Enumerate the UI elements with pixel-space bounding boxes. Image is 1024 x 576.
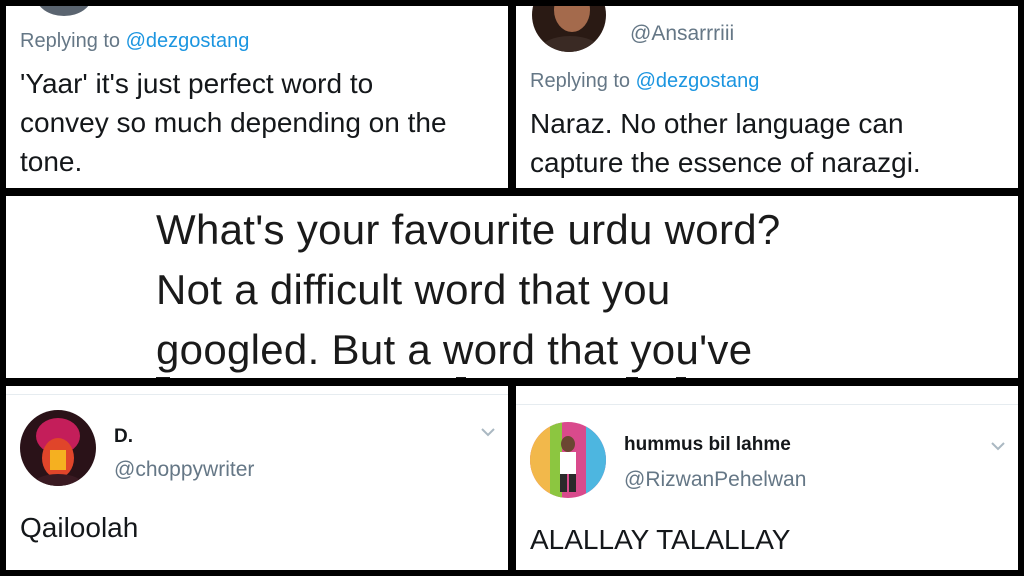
tweet-bottom-right: hummus bil lahme @RizwanPehelwan ALALLAY… (516, 386, 1018, 570)
reply-handle-link[interactable]: @dezgostang (126, 30, 250, 52)
avatar[interactable] (20, 410, 96, 486)
question-text: What's your favourite urdu word? Not a d… (156, 200, 781, 378)
tweet-bottom-left: D. @choppywriter Qailoolah (6, 386, 508, 570)
tweet-text: Naraz. No other language can capture the… (530, 104, 921, 182)
chevron-down-icon[interactable] (990, 438, 1006, 456)
tweet-text-line: convey so much depending on the (20, 107, 447, 138)
tweet-text: Qailoolah (20, 512, 139, 543)
divider (516, 404, 1018, 405)
display-name[interactable]: hummus bil lahme (624, 434, 791, 456)
tweet-top-right: @Ansarrriii Replying to @dezgostang Nara… (516, 6, 1018, 188)
user-handle[interactable]: @Ansarrriii (630, 22, 734, 46)
user-handle[interactable]: @choppywriter (114, 458, 254, 482)
divider (6, 394, 508, 395)
question-line: What's your favourite urdu word? (156, 206, 781, 253)
tweet-text-line: 'Yaar' it's just perfect word to (20, 68, 374, 99)
question-banner: What's your favourite urdu word? Not a d… (6, 196, 1018, 378)
display-name[interactable]: D. (114, 426, 133, 448)
question-line: Not a difficult word that you (156, 266, 671, 313)
replying-to-line: Replying to @dezgostang (530, 70, 759, 93)
chevron-down-icon[interactable] (480, 424, 496, 442)
replying-to-line: Replying to @dezgostang (20, 30, 249, 53)
avatar-partial[interactable] (36, 6, 92, 16)
tweet-text-line: capture the essence of narazgi. (530, 147, 921, 178)
tweet-text: 'Yaar' it's just perfect word to convey … (20, 64, 447, 181)
cut-off-text-line (156, 370, 856, 378)
reply-handle-link[interactable]: @dezgostang (636, 70, 760, 92)
replying-prefix: Replying to (20, 30, 121, 52)
tweet-text: ALALLAY TALALLAY (530, 524, 791, 555)
replying-prefix: Replying to (530, 70, 631, 92)
tweet-text-line: tone. (20, 146, 83, 177)
avatar[interactable] (530, 422, 606, 498)
tweet-top-left: Replying to @dezgostang 'Yaar' it's just… (6, 6, 508, 188)
user-handle[interactable]: @RizwanPehelwan (624, 468, 806, 492)
avatar[interactable] (532, 6, 606, 52)
tweet-text-line: Naraz. No other language can (530, 108, 904, 139)
